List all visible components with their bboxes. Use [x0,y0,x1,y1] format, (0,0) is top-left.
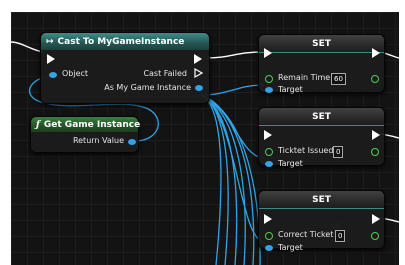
as-pin-label: As My Game Instance [104,83,191,92]
cast-failed-pin[interactable] [194,68,203,78]
set-node[interactable]: SET Correct Ticket 0 Target [258,190,385,252]
exec-in-pin[interactable] [264,130,272,140]
set-node-header[interactable]: SET [259,108,384,126]
exec-out-pin[interactable] [372,214,380,224]
object-wire [199,94,222,265]
variable-label: Remain Time [278,73,331,82]
cast-node-title: Cast To MyGameInstance [57,36,185,47]
exec-wire [206,51,263,59]
ticktet-issued-field[interactable]: 0 [333,146,344,158]
exec-wire [11,41,44,53]
target-label: Target [278,159,303,168]
value-out-pin[interactable] [371,148,379,156]
cast-node-header[interactable]: ↦ Cast To MyGameInstance [41,33,209,50]
exec-in-pin[interactable] [47,54,55,64]
target-pin[interactable] [265,87,273,93]
return-value-label: Return Value [72,136,124,145]
object-pin[interactable] [49,72,57,78]
exec-out-pin[interactable] [372,130,380,140]
set-node-title: SET [312,194,331,205]
function-icon: ƒ [36,119,40,130]
exec-out-pin[interactable] [194,54,202,64]
get-instance-header[interactable]: ƒ Get Game Instance [31,117,141,132]
set-node[interactable]: SET Remain Time 60 Target [258,34,385,94]
as-my-game-instance-pin[interactable] [195,85,203,91]
set-node-header[interactable]: SET [259,35,384,53]
object-wire [199,94,261,265]
object-wire [199,94,265,243]
cast-arrow-icon: ↦ [46,36,54,47]
target-pin[interactable] [265,161,273,167]
get-instance-title: Get Game Instance [43,119,141,130]
value-out-pin[interactable] [371,232,379,240]
cast-failed-label: Cast Failed [143,69,187,78]
variable-label: Correct Ticket [278,230,334,239]
set-node-title: SET [312,38,331,49]
set-node[interactable]: SET Ticktet Issued 0 Target [258,107,385,168]
target-label: Target [278,243,303,252]
exec-in-pin[interactable] [264,214,272,224]
exec-out-pin[interactable] [372,48,380,58]
exec-outline-icon [194,68,203,78]
object-wire [199,94,229,265]
cast-node[interactable]: ↦ Cast To MyGameInstance Object Cast Fai… [40,32,210,104]
set-node-header[interactable]: SET [259,191,384,209]
target-pin[interactable] [265,245,273,251]
object-pin-label: Object [62,69,89,78]
set-node-title: SET [312,111,331,122]
return-value-pin[interactable] [128,139,136,145]
value-in-pin[interactable] [265,232,273,240]
remain-time-field[interactable]: 60 [331,73,346,85]
exec-in-pin[interactable] [264,48,272,58]
variable-label: Ticktet Issued [278,146,334,155]
value-out-pin[interactable] [371,75,379,83]
correct-ticket-field[interactable]: 0 [335,230,346,242]
blueprint-graph[interactable]: ↦ Cast To MyGameInstance Object Cast Fai… [11,12,399,265]
value-in-pin[interactable] [265,148,273,156]
value-in-pin[interactable] [265,75,273,83]
target-label: Target [278,85,303,94]
get-game-instance-node[interactable]: ƒ Get Game Instance Return Value [30,116,141,153]
